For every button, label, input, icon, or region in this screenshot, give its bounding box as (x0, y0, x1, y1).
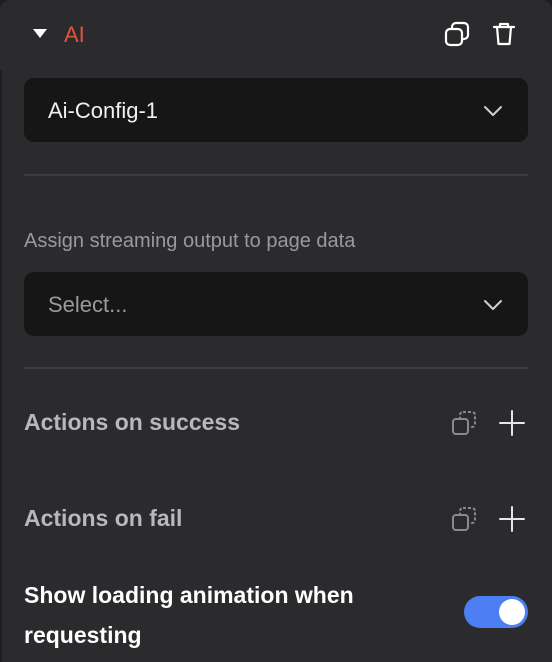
duplicate-icon[interactable] (450, 505, 478, 533)
toggle-knob (499, 599, 525, 625)
ai-config-value: Ai-Config-1 (48, 98, 159, 123)
add-icon[interactable] (498, 505, 526, 533)
duplicate-icon[interactable] (450, 409, 478, 437)
section-divider (24, 367, 528, 369)
add-icon[interactable] (498, 409, 526, 437)
collapse-caret-icon[interactable] (33, 29, 47, 38)
section-divider (24, 174, 528, 176)
copy-icon[interactable] (443, 20, 471, 48)
ai-config-select[interactable]: Ai-Config-1 (24, 78, 528, 142)
panel-title: AI (64, 22, 85, 47)
panel-header[interactable]: AI (0, 0, 552, 70)
streaming-output-label: Assign streaming output to page data (24, 230, 356, 252)
actions-on-success-label: Actions on success (24, 409, 241, 435)
ai-action-panel: AI Ai-Config-1 Assign streaming output t… (0, 0, 552, 662)
loading-animation-toggle[interactable] (464, 596, 528, 628)
streaming-output-select[interactable]: Select... (24, 272, 528, 336)
chevron-down-icon (484, 106, 502, 116)
panel-edge (0, 70, 2, 662)
actions-on-fail-label: Actions on fail (24, 505, 183, 531)
chevron-down-icon (484, 300, 502, 310)
trash-icon[interactable] (490, 20, 518, 48)
loading-animation-label: Show loading animation when requesting (24, 582, 354, 648)
streaming-output-placeholder: Select... (48, 292, 128, 317)
